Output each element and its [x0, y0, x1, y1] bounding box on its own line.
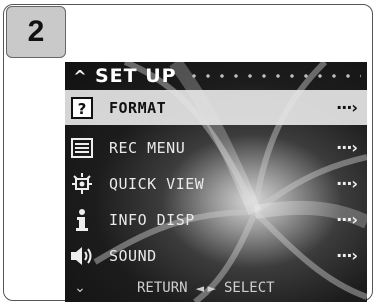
- menu-item-label: FORMAT: [109, 98, 167, 117]
- menu-item-label: INFO DISP: [109, 210, 195, 229]
- menu-title: SET UP: [95, 65, 177, 87]
- menu-item-label: SOUND: [109, 246, 157, 265]
- select-hint[interactable]: SELECT: [224, 280, 275, 296]
- svg-text:?: ?: [78, 100, 87, 118]
- submenu-arrow-icon: ···›: [336, 98, 358, 117]
- menu-item-quick-view[interactable]: QUICK VIEW ···›: [65, 166, 367, 201]
- return-hint[interactable]: RETURN: [137, 280, 188, 296]
- scroll-down-icon[interactable]: ⌄: [65, 280, 95, 296]
- quick-view-icon: [69, 171, 95, 197]
- info-icon: [69, 207, 95, 233]
- scroll-up-icon[interactable]: ^: [65, 67, 95, 86]
- camera-lcd-screen: ^ SET UP ? FORMAT ···› REC MENU ···› QUI…: [65, 62, 367, 302]
- submenu-arrow-icon: ···›: [336, 174, 358, 193]
- menu-header: ^ SET UP: [65, 62, 367, 90]
- question-icon: ?: [69, 95, 95, 121]
- menu-item-rec-menu[interactable]: REC MENU ···›: [65, 130, 367, 165]
- submenu-arrow-icon: ···›: [336, 210, 358, 229]
- menu-item-info-disp[interactable]: INFO DISP ···›: [65, 202, 367, 237]
- header-dots-divider: [186, 74, 361, 78]
- step-number-badge: 2: [6, 6, 66, 58]
- submenu-arrow-icon: ···›: [336, 246, 358, 265]
- rec-menu-icon: [69, 135, 95, 161]
- menu-footer: ⌄ RETURN ◄ ► SELECT: [65, 274, 367, 302]
- speaker-icon: [69, 243, 95, 269]
- menu-item-label: QUICK VIEW: [109, 174, 205, 193]
- menu-item-format[interactable]: ? FORMAT ···›: [65, 90, 367, 125]
- left-right-arrows-icon: ◄ ►: [195, 281, 216, 295]
- menu-item-sound[interactable]: SOUND ···›: [65, 238, 367, 273]
- submenu-arrow-icon: ···›: [336, 138, 358, 157]
- menu-item-label: REC MENU: [109, 138, 186, 157]
